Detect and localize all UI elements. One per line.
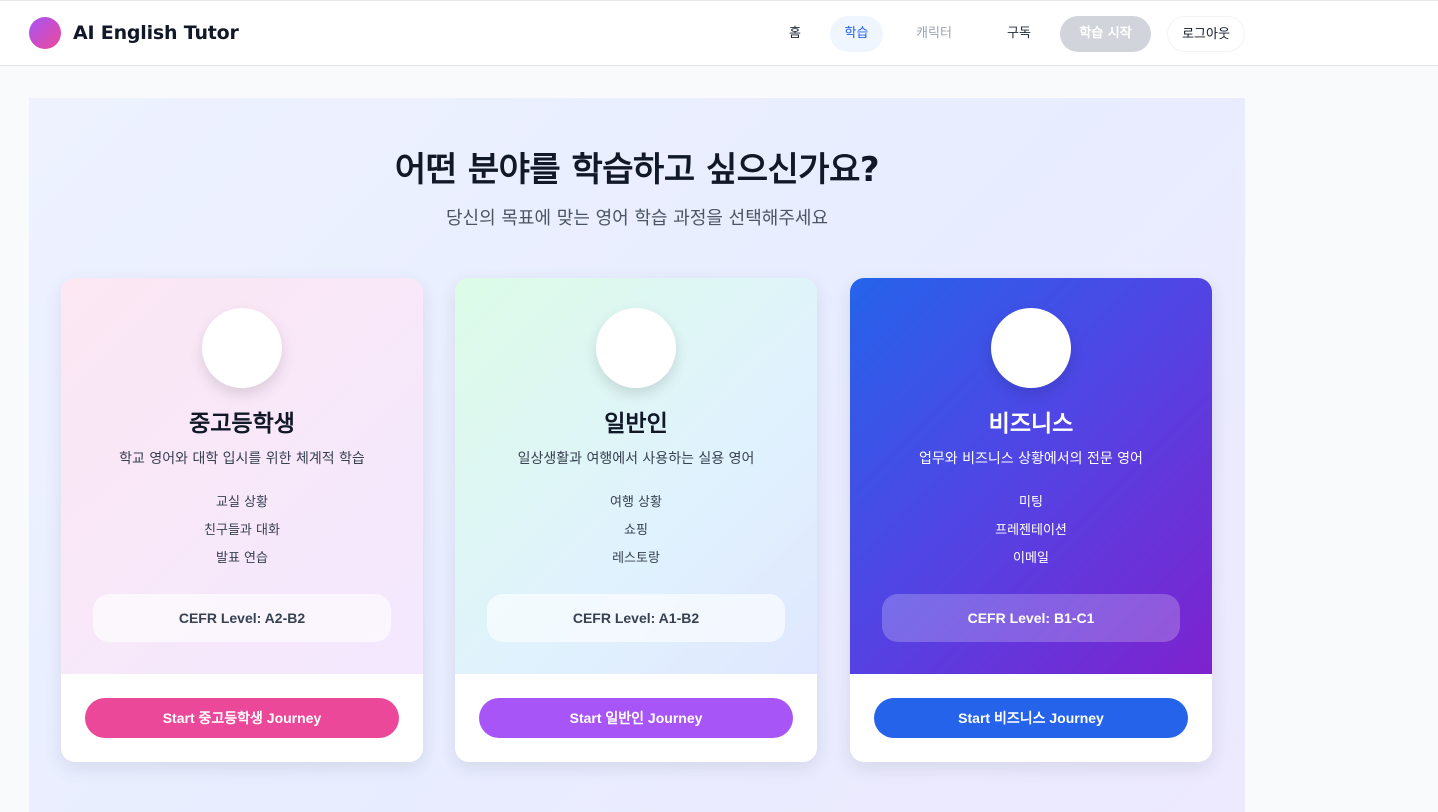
feature-list: 미팅 프레젠테이션 이메일 [850, 492, 1212, 576]
card-header: 일반인 일상생활과 여행에서 사용하는 실용 영어 여행 상황 쇼핑 레스토랑 … [455, 278, 817, 674]
card-footer: Start 중고등학생 Journey [61, 674, 423, 762]
start-student-journey-button[interactable]: Start 중고등학생 Journey [85, 698, 399, 738]
course-card-student[interactable]: 중고등학생 학교 영어와 대학 입시를 위한 체계적 학습 교실 상황 친구들과… [61, 278, 423, 762]
card-title: 일반인 [604, 411, 668, 437]
feature-item: 이메일 [1013, 551, 1049, 566]
cefr-level-badge: CEFR Level: A1-B2 [487, 594, 785, 642]
brand[interactable]: AI English Tutor [29, 17, 239, 49]
feature-item: 여행 상황 [610, 495, 662, 510]
nav-home[interactable]: 홈 [768, 16, 822, 52]
card-header: 비즈니스 업무와 비즈니스 상황에서의 전문 영어 미팅 프레젠테이션 이메일 … [850, 278, 1212, 674]
card-footer: Start 비즈니스 Journey [850, 674, 1212, 762]
feature-item: 발표 연습 [216, 551, 268, 566]
card-icon [991, 308, 1071, 388]
nav-learn[interactable]: 학습 [830, 16, 883, 52]
start-general-journey-button[interactable]: Start 일반인 Journey [479, 698, 793, 738]
card-description: 일상생활과 여행에서 사용하는 실용 영어 [517, 451, 755, 467]
card-title: 비즈니스 [988, 411, 1074, 437]
feature-item: 미팅 [1019, 495, 1043, 510]
logo-icon [29, 17, 61, 49]
card-description: 학교 영어와 대학 입시를 위한 체계적 학습 [119, 451, 365, 467]
feature-item: 레스토랑 [612, 551, 660, 566]
feature-item: 교실 상황 [216, 495, 268, 510]
card-header: 중고등학생 학교 영어와 대학 입시를 위한 체계적 학습 교실 상황 친구들과… [61, 278, 423, 674]
feature-item: 쇼핑 [624, 523, 648, 538]
card-icon [596, 308, 676, 388]
course-card-business[interactable]: 비즈니스 업무와 비즈니스 상황에서의 전문 영어 미팅 프레젠테이션 이메일 … [850, 278, 1212, 762]
brand-name: AI English Tutor [73, 22, 239, 44]
logout-button[interactable]: 로그아웃 [1167, 16, 1245, 52]
cefr-level-badge: CEFR Level: A2-B2 [93, 594, 391, 642]
feature-item: 친구들과 대화 [204, 523, 280, 538]
feature-list: 여행 상황 쇼핑 레스토랑 [455, 492, 817, 576]
start-learning-button[interactable]: 학습 시작 [1060, 16, 1151, 52]
card-footer: Start 일반인 Journey [455, 674, 817, 762]
card-description: 업무와 비즈니스 상황에서의 전문 영어 [919, 451, 1143, 467]
course-card-general[interactable]: 일반인 일상생활과 여행에서 사용하는 실용 영어 여행 상황 쇼핑 레스토랑 … [455, 278, 817, 762]
feature-item: 프레젠테이션 [995, 523, 1067, 538]
page-subtitle: 당신의 목표에 맞는 영어 학습 과정을 선택해주세요 [445, 208, 829, 229]
cefr-level-badge: CEFR Level: B1-C1 [882, 594, 1180, 642]
card-icon [202, 308, 282, 388]
page-title: 어떤 분야를 학습하고 싶으신가요? [394, 150, 880, 190]
nav-subscription[interactable]: 구독 [992, 16, 1046, 52]
card-title: 중고등학생 [189, 411, 295, 437]
start-business-journey-button[interactable]: Start 비즈니스 Journey [874, 698, 1188, 738]
top-navbar: AI English Tutor 홈 학습 캐릭터 구독 학습 시작 로그아웃 [0, 0, 1438, 66]
feature-list: 교실 상황 친구들과 대화 발표 연습 [61, 492, 423, 576]
nav-characters[interactable]: 캐릭터 [896, 16, 972, 52]
